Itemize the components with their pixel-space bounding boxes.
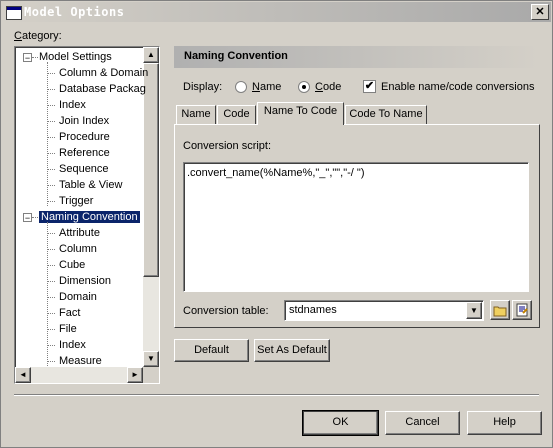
- display-code-label[interactable]: Code: [315, 81, 341, 93]
- conversion-table-label: Conversion table:: [183, 305, 269, 317]
- default-button-label: Default: [194, 344, 229, 356]
- cancel-label: Cancel: [405, 416, 440, 428]
- tree-connector: [47, 233, 55, 234]
- open-folder-button[interactable]: [490, 300, 510, 320]
- enable-conversions-checkbox[interactable]: ✔: [363, 80, 376, 93]
- tree-connector: [32, 57, 38, 58]
- tab-name[interactable]: Name: [176, 105, 216, 125]
- tree-item[interactable]: Trigger: [59, 193, 93, 209]
- close-button[interactable]: ✕: [531, 4, 549, 20]
- scroll-right-button[interactable]: ►: [127, 367, 143, 383]
- tree-connector: [47, 89, 55, 90]
- tree-connector: [32, 217, 38, 218]
- tree-item[interactable]: Cube: [59, 257, 85, 273]
- display-label: Display:: [183, 81, 223, 93]
- tree-item[interactable]: Attribute: [59, 225, 100, 241]
- tree-connector: [47, 222, 48, 366]
- tree-connector: [47, 73, 55, 74]
- window-title: Model Options: [24, 5, 125, 19]
- category-label: Category:: [14, 30, 62, 42]
- tree-connector: [47, 329, 55, 330]
- scroll-left-button[interactable]: ◄: [15, 367, 31, 383]
- conversion-script-input[interactable]: .convert_name(%Name%,"_","","-/ "): [183, 162, 529, 292]
- ok-label: OK: [332, 416, 349, 428]
- folder-icon: [493, 306, 507, 317]
- tree-item[interactable]: Reference: [59, 145, 110, 161]
- tree-connector: [47, 265, 55, 266]
- tree-connector: [47, 281, 55, 282]
- tree-connector: [47, 361, 55, 362]
- tree-item[interactable]: Table & View: [59, 177, 122, 193]
- window-icon: [6, 6, 22, 20]
- tree-item[interactable]: Fact: [59, 305, 80, 321]
- tree-item[interactable]: Join Index: [59, 113, 109, 129]
- tree-item[interactable]: Column & Domain: [59, 65, 148, 81]
- tree-connector: [47, 201, 55, 202]
- tree-collapse-icon[interactable]: −: [23, 213, 32, 223]
- set-as-default-button[interactable]: Set As Default: [254, 339, 330, 362]
- help-button[interactable]: Help: [467, 411, 542, 435]
- properties-icon: [516, 303, 528, 317]
- conversion-script-label: Conversion script:: [183, 140, 272, 152]
- tree-group-label: Naming Convention: [38, 210, 141, 224]
- display-name-radio[interactable]: [235, 81, 247, 93]
- scroll-corner: [143, 367, 159, 383]
- tree-connector: [47, 121, 55, 122]
- tree-item[interactable]: Dimension: [59, 273, 111, 289]
- tree-connector: [47, 185, 55, 186]
- scroll-up-button[interactable]: ▲: [143, 47, 159, 63]
- conversion-table-select[interactable]: stdnames ▼: [284, 300, 484, 321]
- tree-horizontal-scrollbar[interactable]: ◄ ►: [15, 367, 143, 383]
- help-label: Help: [493, 416, 516, 428]
- tree-item[interactable]: Sequence: [59, 161, 109, 177]
- tree-group-label: Model Settings: [39, 51, 112, 63]
- tree-item[interactable]: Measure: [59, 353, 102, 369]
- category-tree[interactable]: ▲ ▼ ◄ ► − Model Settings Column & Domain Da…: [14, 46, 160, 384]
- tab-code[interactable]: Code: [217, 105, 256, 125]
- display-code-radio[interactable]: [298, 81, 310, 93]
- tree-item[interactable]: Column: [59, 241, 97, 257]
- chevron-down-icon[interactable]: ▼: [466, 302, 482, 319]
- enable-conversions-label[interactable]: Enable name/code conversions: [381, 81, 534, 93]
- tree-connector: [47, 313, 55, 314]
- tab-code-to-name[interactable]: Code To Name: [345, 105, 427, 125]
- tree-item[interactable]: Index: [59, 337, 86, 353]
- tree-item[interactable]: Procedure: [59, 129, 110, 145]
- set-as-default-label: Set As Default: [257, 344, 327, 356]
- display-name-label[interactable]: Name: [252, 81, 281, 93]
- bottom-separator: [14, 394, 539, 396]
- tree-connector: [47, 249, 55, 250]
- tree-connector: [47, 169, 55, 170]
- section-title: Naming Convention: [184, 50, 288, 62]
- scroll-down-button[interactable]: ▼: [143, 351, 159, 367]
- tree-item[interactable]: Index: [59, 97, 86, 113]
- tab-name-to-code[interactable]: Name To Code: [257, 102, 344, 125]
- tree-connector: [47, 297, 55, 298]
- tree-group-model-settings[interactable]: Model Settings: [39, 49, 112, 65]
- tree-connector: [47, 105, 55, 106]
- tree-connector: [47, 153, 55, 154]
- tree-item[interactable]: Domain: [59, 289, 97, 305]
- ok-button[interactable]: OK: [302, 410, 379, 436]
- edit-table-button[interactable]: [512, 300, 532, 320]
- tree-group-naming-convention[interactable]: Naming Convention: [38, 209, 141, 225]
- tree-connector: [47, 62, 48, 206]
- tree-connector: [47, 345, 55, 346]
- cancel-button[interactable]: Cancel: [385, 411, 460, 435]
- tree-item[interactable]: Database Packag: [59, 81, 146, 97]
- title-bar[interactable]: Model Options ✕: [2, 2, 551, 22]
- tree-collapse-icon[interactable]: −: [23, 53, 32, 63]
- section-header: Naming Convention: [174, 46, 540, 68]
- tree-connector: [47, 137, 55, 138]
- conversion-table-value: stdnames: [289, 304, 337, 316]
- default-button[interactable]: Default: [174, 339, 249, 362]
- tree-item[interactable]: File: [59, 321, 77, 337]
